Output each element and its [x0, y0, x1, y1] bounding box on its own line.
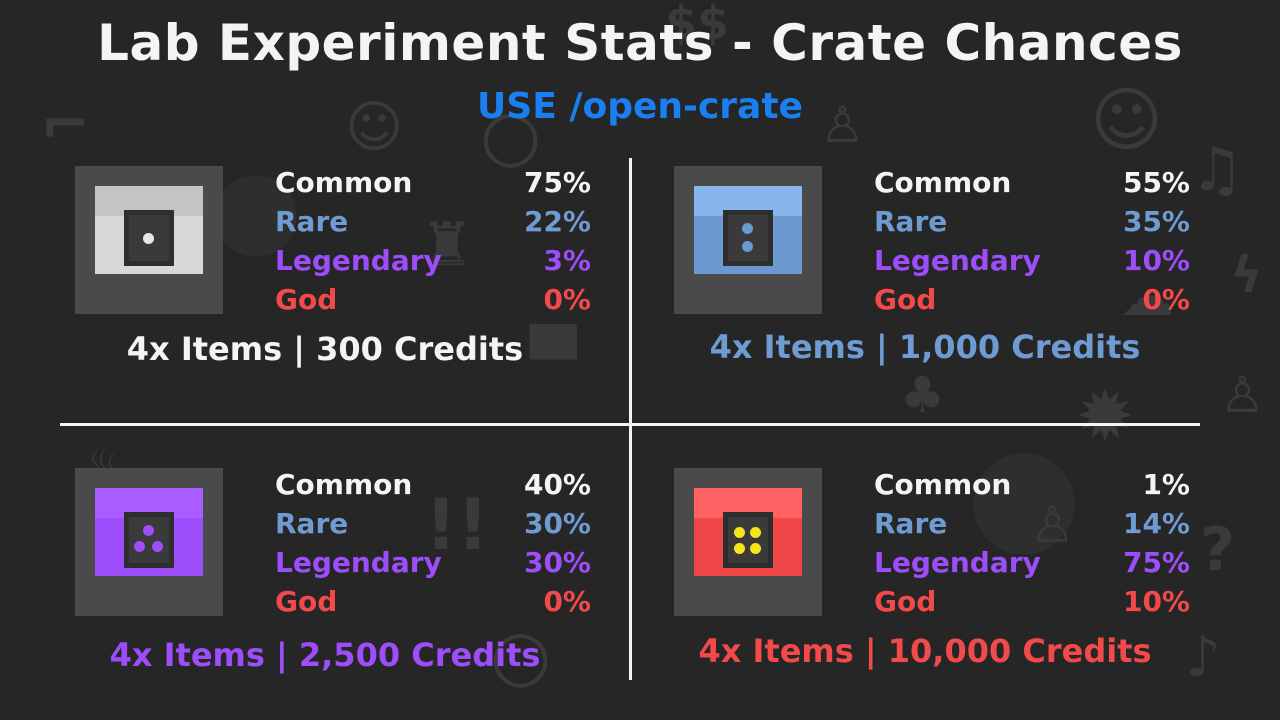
stat-row-rare: Rare 14%: [874, 507, 1190, 546]
crate-window: [124, 210, 174, 266]
stat-label: Common: [874, 166, 1012, 199]
person-icon: ♙: [1220, 366, 1265, 424]
star-burst-icon: ✹: [1075, 374, 1136, 458]
stat-row-common: Common 40%: [275, 468, 591, 507]
stat-row-common: Common 1%: [874, 468, 1190, 507]
legendary-crate-stats: Common 40% Rare 30% Legendary 30% God 0%: [275, 468, 591, 624]
god-crate-price: 4x Items | 10,000 Credits: [698, 632, 1152, 670]
stat-label: God: [874, 283, 937, 316]
rare-crate-price: 4x Items | 1,000 Credits: [709, 328, 1141, 366]
lightning-icon: ϟ: [1230, 246, 1263, 304]
stat-row-common: Common 55%: [874, 166, 1190, 205]
stat-label: Common: [874, 468, 1012, 501]
stat-row-legendary: Legendary 75%: [874, 546, 1190, 585]
stat-value: 22%: [523, 205, 591, 238]
stat-row-legendary: Legendary 30%: [275, 546, 591, 585]
stat-value: 75%: [523, 166, 591, 199]
vertical-divider: [629, 158, 632, 680]
stat-label: Rare: [874, 205, 948, 238]
tree-icon: ♣: [900, 366, 945, 424]
stat-value: 55%: [1122, 166, 1190, 199]
stat-row-god: God 0%: [275, 283, 591, 322]
legendary-crate-price: 4x Items | 2,500 Credits: [109, 636, 541, 674]
crate-window: [723, 210, 773, 266]
stat-value: 35%: [1122, 205, 1190, 238]
crate-window: [124, 512, 174, 568]
stat-value: 0%: [1142, 283, 1190, 316]
stat-label: Rare: [874, 507, 948, 540]
stat-row-god: God 0%: [275, 585, 591, 624]
stat-row-god: God 10%: [874, 585, 1190, 624]
stat-value: 10%: [1122, 585, 1190, 618]
stat-label: God: [874, 585, 937, 618]
stat-value: 75%: [1122, 546, 1190, 579]
stat-row-god: God 0%: [874, 283, 1190, 322]
stat-label: Legendary: [874, 244, 1041, 277]
stat-label: Rare: [275, 507, 349, 540]
legendary-crate-icon: [75, 468, 223, 616]
stat-value: 10%: [1122, 244, 1190, 277]
stat-row-legendary: Legendary 3%: [275, 244, 591, 283]
stat-value: 30%: [523, 546, 591, 579]
stat-value: 14%: [1122, 507, 1190, 540]
god-crate-icon: [674, 468, 822, 616]
open-crate-command: USE /open-crate: [477, 86, 803, 127]
rare-crate-stats: Common 55% Rare 35% Legendary 10% God 0%: [874, 166, 1190, 322]
stat-value: 0%: [543, 283, 591, 316]
stat-row-rare: Rare 35%: [874, 205, 1190, 244]
god-crate-stats: Common 1% Rare 14% Legendary 75% God 10%: [874, 468, 1190, 624]
stat-label: God: [275, 283, 338, 316]
music-note-icon: ♪: [1185, 625, 1221, 690]
rare-crate-icon: [674, 166, 822, 314]
stat-label: Legendary: [874, 546, 1041, 579]
stat-label: Legendary: [275, 546, 442, 579]
stat-label: God: [275, 585, 338, 618]
crate-window: [723, 512, 773, 568]
common-crate-icon: [75, 166, 223, 314]
stat-label: Common: [275, 166, 413, 199]
stat-value: 3%: [543, 244, 591, 277]
stat-label: Rare: [275, 205, 349, 238]
music-note-icon: ♫: [1190, 135, 1244, 205]
question-mark-icon: ?: [1200, 515, 1235, 585]
common-crate-stats: Common 75% Rare 22% Legendary 3% God 0%: [275, 166, 591, 322]
stat-value: 1%: [1142, 468, 1190, 501]
horizontal-divider: [60, 423, 1200, 426]
common-crate-price: 4x Items | 300 Credits: [126, 330, 524, 368]
stat-label: Legendary: [275, 244, 442, 277]
stat-value: 40%: [523, 468, 591, 501]
stat-row-rare: Rare 22%: [275, 205, 591, 244]
stat-row-legendary: Legendary 10%: [874, 244, 1190, 283]
stat-row-rare: Rare 30%: [275, 507, 591, 546]
stat-row-common: Common 75%: [275, 166, 591, 205]
stat-value: 0%: [543, 585, 591, 618]
stat-value: 30%: [523, 507, 591, 540]
stat-label: Common: [275, 468, 413, 501]
page-title: Lab Experiment Stats - Crate Chances: [97, 14, 1183, 72]
